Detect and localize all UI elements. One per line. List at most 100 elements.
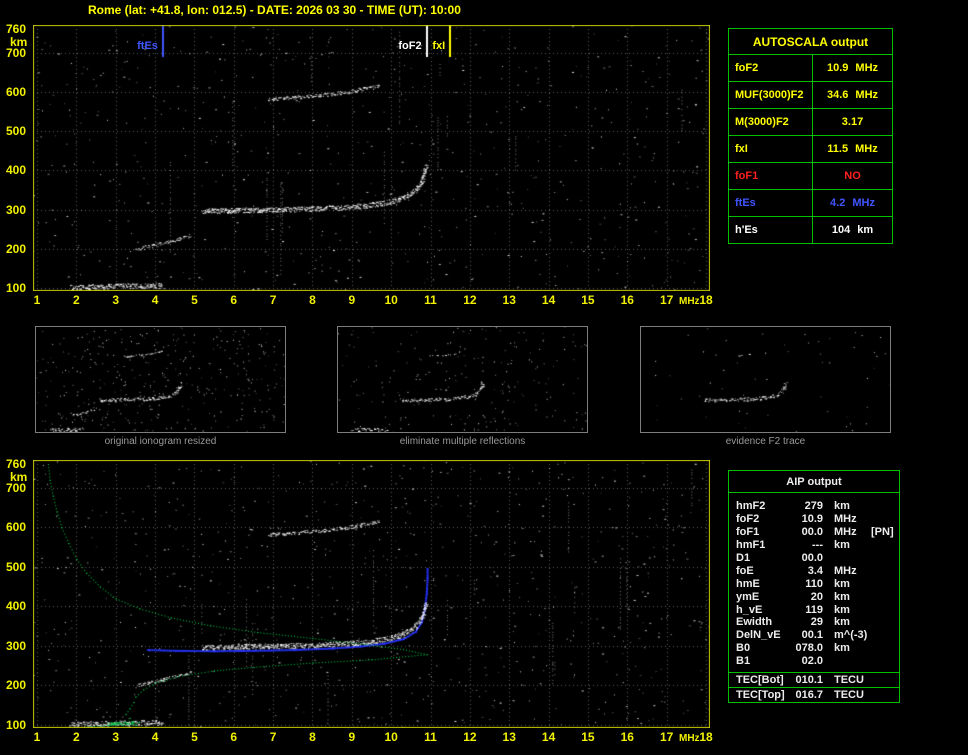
aip-cell-v: 20 — [810, 590, 823, 603]
thumbnail-evidence-f2: evidence F2 trace — [640, 326, 891, 447]
autoscala-row-value: 4.2 MHz — [830, 197, 875, 209]
x-tick-label: 1 — [33, 293, 41, 307]
aip-cell-u: km — [834, 642, 850, 655]
aip-row: D1 00.0 — [729, 552, 899, 565]
y-axis-unit: km — [10, 470, 28, 484]
aip-row: hmE 110 km — [729, 577, 899, 590]
aip-row: B0 078.0 km — [729, 642, 899, 655]
y-tick-label: 600 — [6, 520, 27, 535]
autoscala-row-value: 10.9 MHz — [826, 62, 879, 74]
x-tick-label: 17 — [659, 730, 674, 744]
x-axis-unit: MHz — [679, 296, 700, 307]
aip-cell-v: --- — [812, 539, 823, 552]
autoscala-table-title: AUTOSCALA output — [729, 29, 892, 55]
aip-cell-l: B1 — [736, 655, 751, 668]
y-tick-label: 400 — [6, 163, 27, 178]
aip-cell-u: MHz — [834, 564, 857, 577]
autoscala-row: fxI 11.5 MHz — [729, 136, 892, 163]
thumbnail-evidence-canvas — [641, 327, 890, 432]
aip-row: foF2 10.9 MHz — [729, 513, 899, 526]
x-tick-label: 14 — [541, 730, 556, 744]
page-title: Rome (lat: +41.8, lon: 012.5) - DATE: 20… — [88, 3, 461, 17]
thumbnail-original-ionogram: original ionogram resized — [35, 326, 286, 447]
aip-row: h_vE 119 km — [729, 603, 899, 616]
autoscala-row-label: M(3000)F2 — [729, 109, 813, 135]
aip-cell-u: km — [834, 500, 850, 513]
x-tick-label: 10 — [384, 730, 398, 744]
x-tick-label: 11 — [424, 293, 437, 307]
autoscala-row-value: 34.6 MHz — [826, 89, 879, 101]
x-tick-label: 18 — [699, 730, 713, 744]
y-tick-label: 200 — [6, 678, 27, 693]
aip-cell-l: hmF2 — [736, 500, 766, 513]
y-tick-label: 500 — [6, 559, 27, 574]
x-tick-label: 3 — [112, 293, 120, 307]
y-tick-label: 500 — [6, 124, 27, 139]
autoscala-row: ftEs 4.2 MHz — [729, 190, 892, 217]
aip-row: Ewidth 29 km — [729, 616, 899, 629]
thumbnail-caption: evidence F2 trace — [725, 436, 806, 447]
y-axis-unit: km — [10, 35, 28, 49]
y-tick-label: 700 — [6, 480, 27, 495]
aip-cell-v: 078.0 — [795, 642, 823, 655]
x-tick-label: 6 — [230, 293, 238, 307]
autoscala-table-body: foF2 10.9 MHz MUF(3000)F2 34.6 MHz M(3000)F2 3.… — [729, 55, 892, 243]
bottom-ionogram-canvas — [33, 460, 710, 728]
x-tick-label: 1 — [33, 730, 41, 744]
autoscala-row: MUF(3000)F2 34.6 MHz — [729, 82, 892, 109]
y-tick-label: 400 — [6, 599, 27, 614]
aip-cell-v: 3.4 — [807, 564, 823, 577]
aip-cell-v: 279 — [804, 500, 823, 513]
aip-cell-l: Ewidth — [736, 616, 773, 629]
aip-cell-v: 016.7 — [795, 688, 823, 701]
x-tick-label: 2 — [73, 730, 80, 744]
x-tick-label: 7 — [269, 730, 277, 744]
y-tick-label: 700 — [6, 45, 27, 60]
autoscala-row-label: MUF(3000)F2 — [729, 82, 813, 108]
aip-cell-v: 10.9 — [801, 513, 823, 526]
x-tick-label: 5 — [191, 293, 198, 307]
y-tick-label: 200 — [6, 241, 27, 256]
aip-cell-l: ymE — [736, 590, 760, 603]
y-tick-label: 760 — [6, 457, 27, 471]
aip-cell-l: foF1 — [736, 526, 760, 539]
aip-cell-u: TECU — [834, 688, 864, 701]
aip-cell-u: km — [834, 616, 850, 629]
autoscala-row-label: foF1 — [729, 163, 813, 189]
aip-table: AIP output hmF2 279 km foF2 10.9 MHz foF1 00.0 M… — [728, 470, 900, 703]
thumbnail-caption: eliminate multiple reflections — [399, 436, 526, 447]
x-tick-label: 17 — [659, 293, 674, 307]
aip-row: hmF2 279 km — [729, 500, 899, 513]
x-tick-label: 15 — [581, 730, 595, 744]
aip-cell-v: 00.1 — [801, 629, 823, 642]
x-tick-label: 2 — [73, 293, 80, 307]
aip-cell-v: 010.1 — [795, 673, 823, 686]
x-tick-label: 9 — [348, 730, 356, 744]
thumbnail-eliminate-reflections: eliminate multiple reflections — [337, 326, 588, 447]
x-tick-label: 4 — [151, 293, 159, 307]
x-tick-label: 16 — [620, 293, 634, 307]
x-tick-label: 8 — [309, 730, 316, 744]
x-tick-label: 9 — [348, 293, 356, 307]
x-tick-label: 18 — [699, 293, 713, 307]
aip-table-body: hmF2 279 km foF2 10.9 MHz foF1 00.0 MHz [PN] hmF1 -… — [729, 493, 899, 672]
aip-row: ymE 20 km — [729, 590, 899, 603]
x-tick-label: 14 — [541, 293, 556, 307]
x-tick-label: 13 — [502, 730, 516, 744]
autoscala-row: M(3000)F2 3.17 — [729, 109, 892, 136]
aip-row: DelN_vE 00.1 m^(-3) — [729, 629, 899, 642]
x-tick-label: 16 — [620, 730, 634, 744]
aip-cell-l: h_vE — [736, 603, 763, 616]
autoscala-screen: Rome (lat: +41.8, lon: 012.5) - DATE: 20… — [0, 0, 968, 755]
aip-cell-l: foE — [736, 564, 754, 577]
aip-cell-l: TEC[Top] — [736, 688, 785, 701]
aip-cell-u: m^(-3) — [834, 629, 868, 642]
aip-cell-l: hmE — [736, 577, 760, 590]
autoscala-row-value: 11.5 MHz — [827, 143, 878, 155]
x-axis-unit: MHz — [679, 733, 700, 744]
aip-cell-v: 02.0 — [801, 655, 823, 668]
autoscala-row-label: h'Es — [729, 217, 813, 243]
x-tick-label: 11 — [424, 730, 437, 744]
autoscala-row: foF2 10.9 MHz — [729, 55, 892, 82]
y-tick-label: 100 — [6, 281, 27, 295]
